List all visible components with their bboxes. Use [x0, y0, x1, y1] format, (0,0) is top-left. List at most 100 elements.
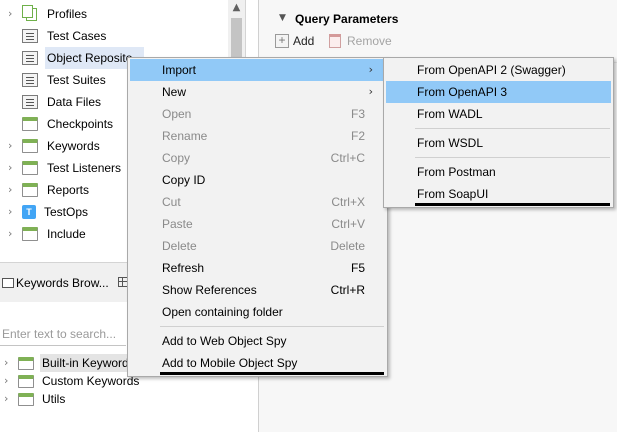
submenu-item-wadl[interactable]: From WADL [386, 103, 611, 125]
tab-keywords-browser[interactable]: Keywords Brow... [0, 269, 118, 297]
menu-item-refresh[interactable]: Refresh F5 [130, 257, 385, 279]
menu-item-label: Delete [162, 239, 197, 253]
import-submenu: From OpenAPI 2 (Swagger) From OpenAPI 3 … [383, 57, 614, 208]
tree-item-utils[interactable]: › Utils [0, 390, 240, 408]
menu-item-label: Copy [162, 151, 191, 165]
keywords-search-input[interactable] [0, 322, 126, 346]
test-suites-icon [22, 73, 38, 87]
menu-item-label: Open containing folder [162, 305, 283, 319]
submenu-item-postman[interactable]: From Postman [386, 161, 611, 183]
menu-item-open[interactable]: Open F3 [130, 103, 385, 125]
menu-item-open-containing-folder[interactable]: Open containing folder [130, 301, 385, 323]
remove-label: Remove [347, 34, 392, 48]
folder-icon [18, 375, 34, 388]
chevron-right-icon[interactable]: › [8, 223, 18, 245]
chevron-right-icon[interactable]: › [4, 372, 8, 390]
bottom-bar [415, 203, 610, 206]
chevron-right-icon[interactable]: › [8, 135, 18, 157]
trash-icon [329, 34, 341, 48]
folder-icon [22, 161, 38, 175]
menu-item-label: Open [162, 107, 192, 121]
menu-shortcut: F5 [350, 261, 365, 275]
submenu-arrow-icon: › [368, 85, 373, 98]
section-title: Query Parameters [295, 12, 399, 26]
menu-item-label: Rename [162, 129, 208, 143]
menu-item-cut[interactable]: Cut Ctrl+X [130, 191, 385, 213]
menu-item-show-references[interactable]: Show References Ctrl+R [130, 279, 385, 301]
menu-item-label: From OpenAPI 3 [417, 85, 508, 99]
tree-item-label: Keywords [47, 139, 100, 153]
menu-item-label: From SoapUI [417, 187, 489, 201]
menu-item-label: From WSDL [417, 136, 483, 150]
profiles-icon [22, 5, 37, 21]
menu-separator [415, 128, 610, 129]
menu-item-label: Copy ID [162, 173, 206, 187]
menu-item-delete[interactable]: Delete Delete [130, 235, 385, 257]
chevron-right-icon[interactable]: › [4, 354, 8, 372]
menu-shortcut: Ctrl+V [331, 217, 365, 231]
submenu-arrow-icon: › [368, 63, 373, 76]
folder-icon [22, 227, 38, 241]
menu-item-label: Add to Mobile Object Spy [162, 356, 298, 370]
menu-shortcut: Ctrl+R [330, 283, 365, 297]
tree-item-label: Profiles [47, 7, 88, 21]
menu-item-label: Paste [162, 217, 193, 231]
tree-item-label: Reports [47, 183, 90, 197]
menu-shortcut: F2 [350, 129, 365, 143]
submenu-item-soapui[interactable]: From SoapUI [386, 183, 611, 205]
submenu-item-wsdl[interactable]: From WSDL [386, 132, 611, 154]
object-repository-icon [22, 51, 38, 65]
tree-item-label: Custom Keywords [42, 374, 140, 388]
scroll-up-icon[interactable]: ▲ [228, 2, 245, 16]
add-label: Add [293, 34, 315, 48]
chevron-right-icon[interactable]: › [8, 179, 18, 201]
menu-item-new[interactable]: New › [130, 81, 385, 103]
menu-item-label: New [162, 85, 187, 99]
menu-shortcut: F3 [350, 107, 365, 121]
collapse-arrow-icon[interactable]: ▼ [279, 13, 286, 23]
menu-item-label: Add to Web Object Spy [162, 334, 287, 348]
tree-item-label: Test Listeners [47, 161, 122, 175]
menu-item-label: From OpenAPI 2 (Swagger) [417, 63, 566, 77]
tree-item-label: TestOps [44, 205, 89, 219]
bottom-bar [160, 372, 384, 375]
menu-item-import[interactable]: Import › [130, 59, 385, 81]
menu-separator [160, 326, 384, 327]
tree-item-test-cases[interactable]: Test Cases [0, 25, 230, 47]
tree-item-label: Include [47, 227, 86, 241]
scrollbar-thumb[interactable] [231, 18, 242, 58]
menu-shortcut: Delete [330, 239, 365, 253]
tree-item-label: Test Cases [47, 29, 107, 43]
context-menu: Import › New › Open F3 Rename F2 Copy Ct… [127, 57, 388, 377]
submenu-item-openapi-3[interactable]: From OpenAPI 3 [386, 81, 611, 103]
chevron-right-icon[interactable]: › [8, 3, 18, 25]
menu-item-label: From WADL [417, 107, 483, 121]
remove-button[interactable]: Remove [329, 32, 392, 50]
folder-icon [22, 139, 38, 153]
plus-icon: + [275, 34, 289, 48]
tree-item-label: Data Files [47, 95, 102, 109]
folder-icon [18, 357, 34, 370]
testops-icon: T [22, 205, 36, 219]
menu-item-copy[interactable]: Copy Ctrl+C [130, 147, 385, 169]
menu-item-label: Import [162, 63, 197, 77]
menu-item-add-to-mobile-object-spy[interactable]: Add to Mobile Object Spy [130, 352, 385, 374]
chevron-right-icon[interactable]: › [8, 201, 18, 223]
tree-item-label: Checkpoints [47, 117, 114, 131]
menu-item-rename[interactable]: Rename F2 [130, 125, 385, 147]
submenu-item-openapi-2[interactable]: From OpenAPI 2 (Swagger) [386, 59, 611, 81]
menu-item-add-to-web-object-spy[interactable]: Add to Web Object Spy [130, 330, 385, 352]
add-button[interactable]: + Add [275, 32, 314, 50]
tree-item-label: Utils [42, 392, 66, 406]
menu-item-label: From Postman [417, 165, 496, 179]
menu-item-label: Cut [162, 195, 181, 209]
menu-separator [415, 157, 610, 158]
chevron-right-icon[interactable]: › [8, 157, 18, 179]
tree-item-label: Test Suites [47, 73, 106, 87]
menu-item-copy-id[interactable]: Copy ID [130, 169, 385, 191]
test-cases-icon [22, 29, 38, 43]
chevron-right-icon[interactable]: › [4, 390, 8, 408]
tree-item-profiles[interactable]: › Profiles [0, 3, 230, 25]
data-files-icon [22, 95, 38, 109]
menu-item-paste[interactable]: Paste Ctrl+V [130, 213, 385, 235]
